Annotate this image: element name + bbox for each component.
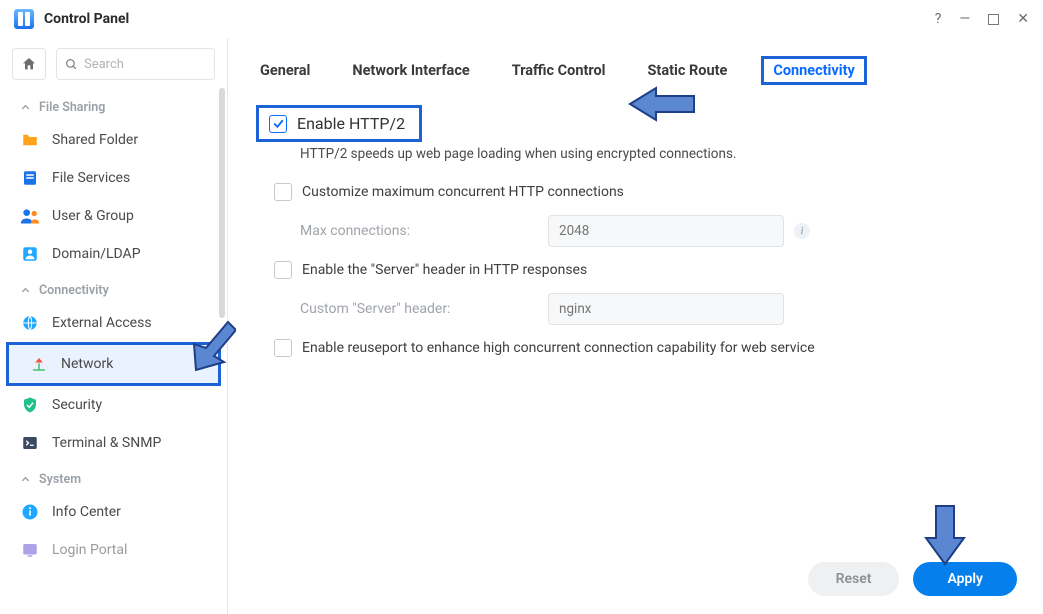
label-enable-http2: Enable HTTP/2: [297, 114, 405, 133]
label-reuseport: Enable reuseport to enhance high concurr…: [302, 340, 815, 356]
label-server-header: Enable the "Server" header in HTTP respo…: [302, 262, 587, 278]
users-icon: [20, 207, 40, 225]
shield-icon: [21, 396, 39, 414]
search-field[interactable]: [56, 48, 215, 80]
search-icon: [65, 57, 78, 72]
login-portal-icon: [21, 541, 39, 559]
checkbox-server-header[interactable]: [274, 261, 292, 279]
sidebar-item-file-services[interactable]: File Services: [0, 159, 227, 197]
folder-icon: [21, 131, 39, 149]
label-server-header-field: Custom "Server" header:: [300, 301, 538, 317]
minimize-icon[interactable]: —: [959, 12, 970, 26]
info-icon[interactable]: i: [794, 223, 810, 239]
sidebar-item-security[interactable]: Security: [0, 386, 227, 424]
sidebar-item-shared-folder[interactable]: Shared Folder: [0, 121, 227, 159]
label-max-connections-field: Max connections:: [300, 223, 538, 239]
sidebar-section-connectivity[interactable]: Connectivity: [0, 273, 227, 304]
terminal-icon: [21, 434, 39, 452]
sidebar-item-terminal-snmp[interactable]: Terminal & SNMP: [0, 424, 227, 462]
reset-button[interactable]: Reset: [808, 562, 900, 596]
apply-button[interactable]: Apply: [913, 562, 1017, 596]
chevron-up-icon: [20, 474, 31, 485]
sidebar-item-network[interactable]: Network: [6, 342, 221, 386]
http2-note: HTTP/2 speeds up web page loading when u…: [250, 142, 1017, 176]
sidebar-item-external-access[interactable]: External Access: [0, 304, 227, 342]
tab-general[interactable]: General: [252, 58, 318, 83]
external-access-icon: [21, 314, 39, 332]
sidebar-item-user-group[interactable]: User & Group: [0, 197, 227, 235]
input-max-connections[interactable]: [548, 215, 784, 247]
home-button[interactable]: [12, 48, 46, 80]
sidebar-section-system[interactable]: System: [0, 462, 227, 493]
window-title: Control Panel: [44, 11, 935, 27]
domain-ldap-icon: [21, 245, 39, 263]
checkbox-reuseport[interactable]: [274, 339, 292, 357]
chevron-up-icon: [20, 102, 31, 113]
sidebar-section-file-sharing[interactable]: File Sharing: [0, 90, 227, 121]
maximize-icon[interactable]: [988, 14, 999, 25]
sidebar-item-login-portal[interactable]: Login Portal: [0, 531, 227, 569]
chevron-up-icon: [20, 285, 31, 296]
search-input[interactable]: [84, 57, 206, 72]
checkbox-max-connections[interactable]: [274, 183, 292, 201]
tab-network-interface[interactable]: Network Interface: [344, 58, 477, 83]
sidebar-item-domain-ldap[interactable]: Domain/LDAP: [0, 235, 227, 273]
network-icon: [30, 355, 48, 373]
home-icon: [21, 56, 37, 72]
file-services-icon: [21, 169, 39, 187]
info-icon: [21, 503, 39, 521]
checkbox-enable-http2[interactable]: [269, 115, 287, 133]
help-icon[interactable]: ?: [935, 12, 942, 26]
sidebar-item-info-center[interactable]: Info Center: [0, 493, 227, 531]
input-server-header[interactable]: [548, 293, 784, 325]
tab-static-route[interactable]: Static Route: [640, 58, 736, 83]
tab-traffic-control[interactable]: Traffic Control: [504, 58, 614, 83]
sidebar-scrollbar[interactable]: [219, 88, 225, 448]
close-icon[interactable]: ✕: [1017, 12, 1029, 26]
label-max-connections: Customize maximum concurrent HTTP connec…: [302, 184, 624, 200]
app-icon: [14, 9, 34, 29]
tab-connectivity[interactable]: Connectivity: [773, 62, 854, 79]
